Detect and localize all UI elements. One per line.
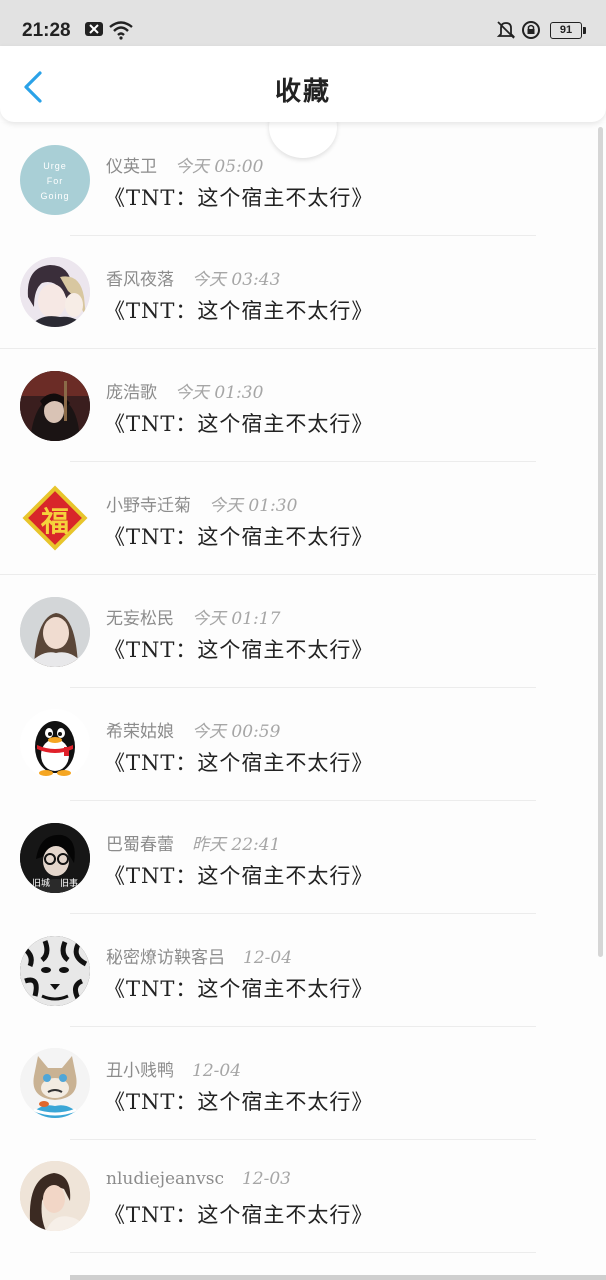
item-subject[interactable]: 《TNT：这个宿主不太行》	[104, 182, 373, 212]
scrollbar[interactable]	[598, 127, 603, 957]
item-subject[interactable]: 《TNT：这个宿主不太行》	[104, 408, 373, 438]
username[interactable]: nludiejeanvsc	[106, 1169, 224, 1189]
battery-indicator: 91	[550, 22, 586, 39]
timestamp: 今天 00:59	[192, 722, 281, 742]
item-meta: 小野寺迁菊 今天 01:30	[106, 491, 297, 516]
grumpy-cat-avatar	[20, 1048, 90, 1118]
list-item[interactable]: 庞浩歌 今天 01:30 《TNT：这个宿主不太行》	[0, 348, 596, 461]
item-subject[interactable]: 《TNT：这个宿主不太行》	[104, 1199, 373, 1229]
divider	[70, 1252, 536, 1253]
timestamp: 今天 01:17	[192, 609, 281, 629]
girl-portrait-avatar	[20, 597, 90, 667]
favorites-list: Urge For Going 仪英卫 今天 05:00 《TNT：这个宿主不太行》…	[0, 122, 606, 1280]
item-subject[interactable]: 《TNT：这个宿主不太行》	[104, 521, 373, 551]
list-item[interactable]: 无妄松民 今天 01:17 《TNT：这个宿主不太行》	[0, 574, 596, 687]
username[interactable]: 小野寺迁菊	[106, 496, 191, 516]
item-meta: nludiejeanvsc 12-03	[106, 1169, 291, 1189]
tiger-avatar	[20, 936, 90, 1006]
fu-character: 福	[40, 505, 69, 538]
status-bar: 21:28 91	[0, 0, 606, 46]
close-box-icon	[84, 20, 104, 42]
list-item[interactable]: 希荣姑娘 今天 00:59 《TNT：这个宿主不太行》	[0, 687, 596, 800]
avatar-caption: 旧城	[32, 879, 51, 889]
item-meta: 希荣姑娘 今天 00:59	[106, 717, 280, 742]
item-subject[interactable]: 《TNT：这个宿主不太行》	[104, 860, 373, 890]
fu-character-avatar: 福	[20, 483, 90, 553]
timestamp: 12-04	[243, 948, 293, 968]
list-item[interactable]: nludiejeanvsc 12-03 《TNT：这个宿主不太行》	[0, 1139, 596, 1252]
item-meta: 秘密燎访鞅客吕 12-04	[106, 943, 292, 968]
text-avatar-urge-for-going: Urge For Going	[20, 145, 90, 215]
glasses-man-avatar: 旧城 旧事	[20, 823, 90, 893]
timestamp: 今天 03:43	[192, 270, 281, 290]
item-subject[interactable]: 《TNT：这个宿主不太行》	[104, 747, 373, 777]
username[interactable]: 希荣姑娘	[106, 722, 174, 742]
avatar-text: Urge	[43, 161, 67, 171]
username[interactable]: 巴蜀春蕾	[106, 835, 174, 855]
page-title: 收藏	[274, 77, 331, 107]
qq-penguin-avatar	[20, 709, 90, 779]
item-subject[interactable]: 《TNT：这个宿主不太行》	[104, 973, 373, 1003]
username[interactable]: 仪英卫	[106, 157, 157, 177]
mute-bell-icon	[496, 20, 516, 44]
woman-photo-avatar	[20, 1161, 90, 1231]
list-item[interactable]: 旧城 旧事 巴蜀春蕾 昨天 22:41 《TNT：这个宿主不太行》	[0, 800, 596, 913]
app-header: 收藏	[0, 46, 606, 122]
status-time: 21:28	[22, 20, 71, 41]
data-saver-icon	[521, 20, 541, 44]
timestamp: 12-04	[192, 1061, 242, 1081]
item-meta: 香风夜落 今天 03:43	[106, 265, 280, 290]
avatar-text: Going	[40, 191, 70, 201]
username[interactable]: 庞浩歌	[106, 383, 157, 403]
timestamp: 今天 01:30	[209, 496, 298, 516]
list-item[interactable]: 福 小野寺迁菊 今天 01:30 《TNT：这个宿主不太行》	[0, 461, 596, 574]
timestamp: 昨天 22:41	[192, 835, 281, 855]
list-item[interactable]: 丑小贱鸭 12-04 《TNT：这个宿主不太行》	[0, 1026, 596, 1139]
timestamp: 今天 01:30	[175, 383, 264, 403]
wifi-icon	[108, 20, 134, 44]
anime-avatar	[20, 257, 90, 327]
item-meta: 仪英卫 今天 05:00	[106, 152, 263, 177]
avatar-text: For	[46, 176, 64, 186]
avatar-caption: 旧事	[60, 879, 79, 889]
item-meta: 巴蜀春蕾 昨天 22:41	[106, 830, 280, 855]
username[interactable]: 无妄松民	[106, 609, 174, 629]
username[interactable]: 丑小贱鸭	[106, 1061, 174, 1081]
username[interactable]: 秘密燎访鞅客吕	[106, 948, 225, 968]
item-meta: 庞浩歌 今天 01:30	[106, 378, 263, 403]
dark-portrait-avatar	[20, 371, 90, 441]
list-item[interactable]: 秘密燎访鞅客吕 12-04 《TNT：这个宿主不太行》	[0, 913, 596, 1026]
timestamp: 12-03	[241, 1169, 291, 1189]
timestamp: 今天 05:00	[175, 157, 264, 177]
username[interactable]: 香风夜落	[106, 270, 174, 290]
next-item-partial	[70, 1275, 606, 1280]
list-item[interactable]: 香风夜落 今天 03:43 《TNT：这个宿主不太行》	[0, 235, 596, 348]
item-subject[interactable]: 《TNT：这个宿主不太行》	[104, 1086, 373, 1116]
item-subject[interactable]: 《TNT：这个宿主不太行》	[104, 634, 373, 664]
item-meta: 无妄松民 今天 01:17	[106, 604, 280, 629]
item-meta: 丑小贱鸭 12-04	[106, 1056, 241, 1081]
item-subject[interactable]: 《TNT：这个宿主不太行》	[104, 295, 373, 325]
